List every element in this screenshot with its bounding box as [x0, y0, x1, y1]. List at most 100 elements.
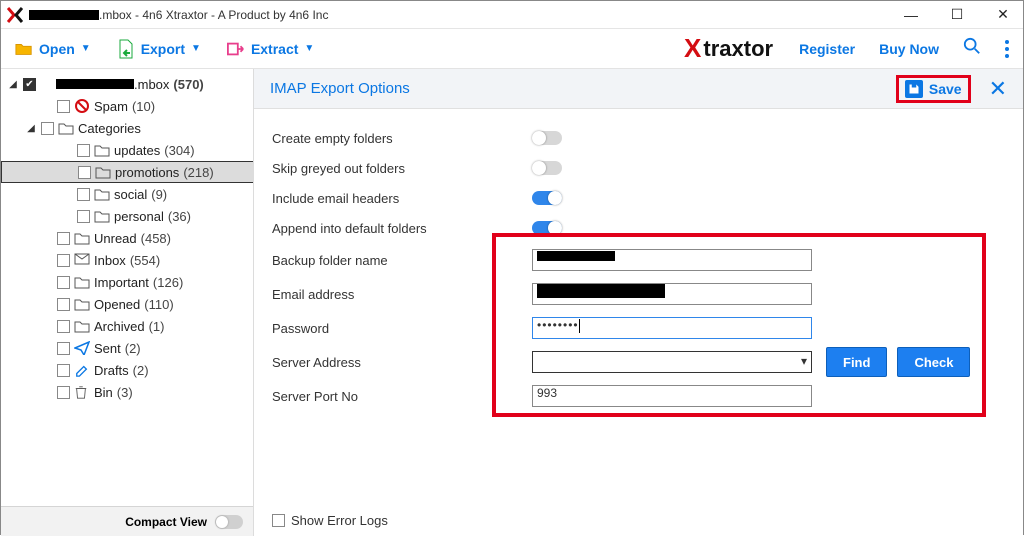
- export-button[interactable]: Export▼: [117, 40, 201, 58]
- tree-item[interactable]: Important (126): [1, 271, 253, 293]
- checkbox[interactable]: [57, 342, 70, 355]
- label-include-headers: Include email headers: [272, 191, 532, 206]
- extract-button[interactable]: Extract▼: [227, 40, 314, 58]
- brand-logo: Xtraxtor: [684, 33, 773, 64]
- tree-item-label: Unread: [94, 231, 137, 246]
- open-button[interactable]: Open▼: [15, 40, 91, 58]
- checkbox[interactable]: [57, 254, 70, 267]
- tree-item-label: Important: [94, 275, 149, 290]
- buy-now-link[interactable]: Buy Now: [879, 41, 939, 57]
- label-skip-greyed: Skip greyed out folders: [272, 161, 532, 176]
- register-link[interactable]: Register: [799, 41, 855, 57]
- checkbox[interactable]: [57, 232, 70, 245]
- checkbox[interactable]: ✔: [23, 78, 36, 91]
- tree-item[interactable]: updates (304): [1, 139, 253, 161]
- tree-item[interactable]: Inbox (554): [1, 249, 253, 271]
- folder-icon: [94, 209, 110, 223]
- select-server-address[interactable]: [532, 351, 812, 373]
- tree-item[interactable]: ◢Categories: [1, 117, 253, 139]
- checkbox[interactable]: [41, 122, 54, 135]
- maximize-button[interactable]: ☐: [943, 6, 971, 23]
- checkbox-show-errors[interactable]: [272, 514, 285, 527]
- label-backup-folder: Backup folder name: [272, 253, 532, 268]
- toggle-create-empty[interactable]: [532, 131, 562, 145]
- tree-item-count: (458): [141, 231, 171, 246]
- pane-title: IMAP Export Options: [270, 80, 410, 97]
- checkbox[interactable]: [77, 210, 90, 223]
- tree-item[interactable]: promotions (218): [1, 161, 253, 183]
- show-error-logs-row[interactable]: Show Error Logs: [272, 513, 388, 528]
- tree-item[interactable]: Bin (3): [1, 381, 253, 403]
- open-folder-icon: [15, 40, 33, 58]
- tree-root[interactable]: ◢ ✔ .mbox (570): [1, 73, 253, 95]
- input-email[interactable]: [532, 283, 812, 305]
- minimize-button[interactable]: —: [897, 7, 925, 23]
- tree-item-count: (126): [153, 275, 183, 290]
- close-button[interactable]: ✕: [989, 6, 1017, 23]
- folder-icon: [74, 297, 90, 311]
- checkbox[interactable]: [57, 298, 70, 311]
- tree-item[interactable]: Sent (2): [1, 337, 253, 359]
- tree-item-label: personal: [114, 209, 164, 224]
- toggle-append-default[interactable]: [532, 221, 562, 235]
- checkbox[interactable]: [78, 166, 91, 179]
- tree-item-count: (218): [183, 165, 213, 180]
- label-password: Password: [272, 321, 532, 336]
- tree-item[interactable]: Archived (1): [1, 315, 253, 337]
- extract-icon: [227, 40, 245, 58]
- save-icon: [905, 80, 923, 98]
- tree-item-label: Opened: [94, 297, 140, 312]
- find-button[interactable]: Find: [826, 347, 887, 377]
- tree-item[interactable]: Drafts (2): [1, 359, 253, 381]
- input-backup-folder[interactable]: [532, 249, 812, 271]
- checkbox[interactable]: [77, 144, 90, 157]
- close-pane-icon[interactable]: ✕: [989, 76, 1007, 102]
- toggle-include-headers[interactable]: [532, 191, 562, 205]
- tree-item-label: Inbox: [94, 253, 126, 268]
- checkbox[interactable]: [77, 188, 90, 201]
- check-button[interactable]: Check: [897, 347, 970, 377]
- pane-header: IMAP Export Options Save ✕: [254, 69, 1023, 109]
- checkbox[interactable]: [57, 386, 70, 399]
- main-pane: IMAP Export Options Save ✕ Create empty …: [254, 69, 1023, 536]
- tree-item-label: updates: [114, 143, 160, 158]
- save-button[interactable]: Save: [896, 75, 971, 103]
- tree-item[interactable]: Spam (10): [1, 95, 253, 117]
- tree-item[interactable]: Unread (458): [1, 227, 253, 249]
- tree-item-label: social: [114, 187, 147, 202]
- compact-view-toggle[interactable]: [215, 515, 243, 529]
- input-server-port[interactable]: 993: [532, 385, 812, 407]
- label-create-empty: Create empty folders: [272, 131, 532, 146]
- tree-item-label: Bin: [94, 385, 113, 400]
- search-icon[interactable]: [963, 37, 981, 60]
- label-server-port: Server Port No: [272, 389, 532, 404]
- tree-item-label: Archived: [94, 319, 145, 334]
- bin-icon: [74, 385, 90, 399]
- folder-icon: [94, 143, 110, 157]
- checkbox[interactable]: [57, 276, 70, 289]
- folder-tree[interactable]: ◢ ✔ .mbox (570) Spam (10)◢Categories upd…: [1, 69, 253, 506]
- checkbox[interactable]: [57, 100, 70, 113]
- sent-icon: [74, 341, 90, 355]
- toggle-skip-greyed[interactable]: [532, 161, 562, 175]
- tree-item[interactable]: personal (36): [1, 205, 253, 227]
- label-show-errors: Show Error Logs: [291, 513, 388, 528]
- checkbox[interactable]: [57, 320, 70, 333]
- tree-item-count: (304): [164, 143, 194, 158]
- tree-item-label: Categories: [78, 121, 141, 136]
- inbox-icon: [74, 253, 90, 267]
- tree-item[interactable]: social (9): [1, 183, 253, 205]
- export-file-icon: [117, 40, 135, 58]
- tree-item-label: Sent: [94, 341, 121, 356]
- compact-view-label: Compact View: [125, 515, 207, 529]
- folder-icon: [95, 165, 111, 179]
- spam-icon: [74, 99, 90, 113]
- checkbox[interactable]: [57, 364, 70, 377]
- input-password[interactable]: ••••••••: [532, 317, 812, 339]
- tree-item-count: (2): [133, 363, 149, 378]
- folder-icon: [74, 319, 90, 333]
- more-menu-icon[interactable]: [1005, 40, 1009, 58]
- tree-item[interactable]: Opened (110): [1, 293, 253, 315]
- tree-item-count: (1): [149, 319, 165, 334]
- tree-item-count: (554): [130, 253, 160, 268]
